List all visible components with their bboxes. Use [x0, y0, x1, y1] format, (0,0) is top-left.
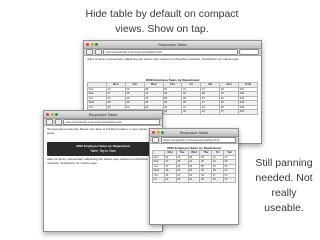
body-paragraph: dolor sit amet, consectetur adipiscing e…	[87, 58, 240, 61]
page-content: 2009 Employee Sales by Department Mon Tu…	[150, 144, 238, 185]
back-button[interactable]	[152, 137, 159, 143]
window-title: Responsive Tables	[88, 112, 118, 117]
window-titlebar: Responsive Tables	[150, 129, 238, 137]
browser-window-compact: Responsive Tables www.examplesite.com/re…	[43, 110, 163, 232]
address-bar[interactable]: www.examplesite.com/responsive/tables.ht…	[160, 137, 236, 143]
slide-title-line: Hide table by default on compact	[85, 8, 239, 20]
table-cell: 36	[199, 177, 213, 183]
address-bar[interactable]: www.examplesite.com/responsive/tables.ht…	[63, 119, 160, 125]
body-paragraph: dolor sit amet, consectetur adipiscing e…	[47, 158, 148, 165]
back-button[interactable]	[86, 49, 93, 55]
slide-caption-line: really	[271, 187, 297, 199]
table-toggle-label: 2009 Employee Sales by Department	[76, 144, 130, 148]
slide-caption-line: Still panning	[255, 157, 313, 169]
table-cell: 31	[187, 177, 201, 183]
slide-title: Hide table by default on compact views. …	[62, 7, 262, 37]
table-cell: 218	[238, 109, 258, 115]
browser-window-expanded: Responsive Tables www.examplesite.com/re…	[149, 128, 239, 225]
window-titlebar: Responsive Tables	[44, 111, 162, 119]
page-content: Tempus lorem ante dui. Donec non ante et…	[44, 126, 162, 200]
address-bar[interactable]: www.examplesite.com/responsive/tables.ht…	[103, 49, 238, 55]
window-title: Responsive Tables	[158, 42, 187, 47]
table-cell: 33	[163, 177, 177, 183]
browser-toolbar: www.examplesite.com/responsive/tables.ht…	[150, 137, 238, 144]
forward-button[interactable]	[54, 119, 62, 125]
forward-button[interactable]	[94, 49, 102, 55]
slide-caption: Still panning needed. Not really useable…	[244, 156, 320, 216]
table-cell: 32	[200, 109, 221, 115]
table-toggle-bar[interactable]: 2009 Employee Sales by Department Table:…	[47, 142, 159, 156]
search-field[interactable]	[239, 49, 259, 55]
slide-title-line: views. Show on tap.	[115, 23, 209, 35]
table-cell: 27	[219, 109, 239, 115]
browser-toolbar: www.examplesite.com/responsive/tables.ht…	[44, 119, 162, 126]
browser-toolbar: www.examplesite.com/responsive/tables.ht…	[84, 49, 261, 56]
table-cell: 29	[175, 177, 189, 183]
window-titlebar: Responsive Tables	[84, 41, 261, 49]
slide-caption-line: useable.	[264, 202, 304, 214]
table-cell: 30	[211, 177, 225, 183]
table-cell: 32	[223, 177, 236, 183]
sales-table: Mon Tue Wed Thu Fri Sat Sun 44 40 38 52 31 47 …	[152, 150, 236, 183]
body-paragraph: Tempus lorem ante dui. Donec non ante et…	[47, 128, 159, 135]
slide-caption-line: needed. Not	[255, 172, 313, 184]
table-row: Fri 33 29 31 36 30 32	[152, 177, 236, 183]
table-cell: 30	[181, 109, 202, 115]
back-button[interactable]	[46, 119, 53, 125]
page-content: dolor sit amet, consectetur adipiscing e…	[84, 56, 261, 117]
table-cell: 36	[162, 109, 183, 115]
window-title: Responsive Tables	[179, 130, 209, 135]
table-toggle-button[interactable]: Table: Tap to View	[48, 149, 158, 153]
table-cell: Fri	[152, 177, 165, 183]
